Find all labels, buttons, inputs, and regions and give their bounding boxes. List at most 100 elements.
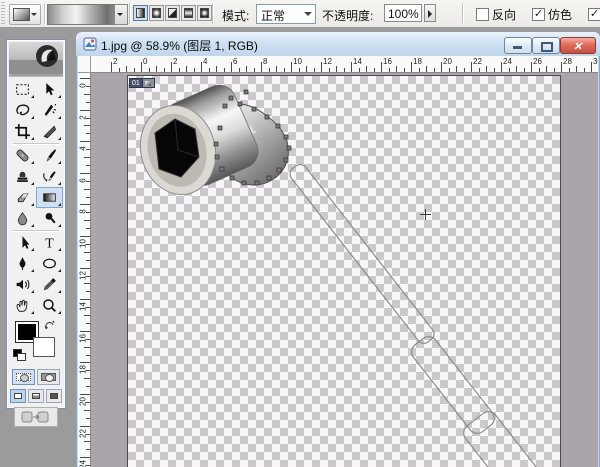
fullscreen-button[interactable] [46, 389, 62, 403]
photoshop-app: 模式: 正常 不透明度: 100% 反向 ✓仿色 ✓透明 T [0, 0, 600, 467]
tool-zoom[interactable] [36, 295, 63, 316]
photoshop-logo[interactable] [9, 42, 63, 77]
opacity-input[interactable]: 100% [384, 4, 422, 22]
vertical-ruler[interactable]: 02468101214161820222426 [78, 73, 91, 467]
screen-mode-row [7, 389, 65, 403]
reverse-checkbox[interactable]: 反向 [476, 6, 516, 23]
mode-select[interactable]: 正常 [256, 4, 316, 24]
ruler-corner[interactable] [78, 56, 91, 73]
tool-pen[interactable] [9, 253, 36, 274]
options-bar: 模式: 正常 不透明度: 100% 反向 ✓仿色 ✓透明 [0, 0, 600, 28]
tool-hand[interactable] [9, 295, 36, 316]
tool-magic-wand[interactable] [36, 100, 63, 121]
options-bar-grip[interactable] [1, 2, 5, 25]
tool-type[interactable]: T [36, 232, 63, 253]
standard-mode-button[interactable] [12, 369, 35, 385]
standard-screen-button[interactable] [10, 389, 26, 403]
svg-text:T: T [45, 235, 54, 250]
gradient-picker-arrow-button[interactable] [114, 4, 128, 25]
document-icon [83, 37, 97, 54]
chevron-right-icon [428, 10, 436, 18]
chevron-down-icon [31, 13, 37, 19]
path-selection-icon [14, 234, 31, 251]
gradient-thumbnail-icon [13, 8, 30, 21]
linear-gradient-button[interactable] [133, 5, 148, 21]
quick-mask-button[interactable] [37, 369, 60, 385]
eraser-icon [14, 189, 31, 206]
slice-icon [41, 123, 58, 140]
audio-annotation-icon [14, 276, 31, 293]
chevron-down-icon [304, 12, 312, 20]
tool-audio-annotation[interactable] [9, 274, 36, 295]
mode-label: 模式: [222, 7, 249, 24]
gradient-preview-swatch[interactable] [47, 4, 116, 25]
fullscreen-menubar-button[interactable] [28, 389, 44, 403]
rectangular-marquee-icon [14, 81, 31, 98]
background-color-swatch[interactable] [33, 337, 55, 357]
tool-path-selection[interactable] [9, 232, 36, 253]
edit-in-imageready-button[interactable] [14, 407, 58, 427]
handle-outline-path [287, 162, 546, 467]
gradient-icon [41, 189, 58, 206]
socket-wrench-artwork [128, 76, 560, 467]
tool-lasso[interactable] [9, 100, 36, 121]
tool-brush[interactable] [36, 145, 63, 166]
horizontal-ruler[interactable]: 202468101214161820222426283032 [91, 56, 598, 73]
document-client-area: 202468101214161820222426283032 024681012… [78, 56, 598, 467]
toolbox: T [6, 39, 66, 409]
opacity-slider-arrow-button[interactable] [424, 4, 436, 22]
tool-dodge[interactable] [36, 208, 63, 229]
tool-blur[interactable] [9, 208, 36, 229]
tool-history-brush[interactable] [36, 166, 63, 187]
diamond-gradient-button[interactable] [197, 5, 212, 21]
mode-value: 正常 [261, 7, 285, 24]
lasso-icon [14, 102, 31, 119]
slice-number: 01 [129, 78, 143, 88]
history-brush-icon [41, 168, 58, 185]
pen-icon [14, 255, 31, 272]
maximize-button[interactable] [532, 37, 560, 54]
close-button[interactable]: ✕ [560, 37, 596, 54]
transparency-checkbox[interactable]: ✓透明 [588, 6, 600, 23]
dither-checkbox[interactable]: ✓仿色 [532, 6, 572, 23]
crop-icon [14, 123, 31, 140]
tool-grid: T [9, 79, 63, 316]
color-swatches [7, 319, 65, 365]
hand-icon [14, 297, 31, 314]
gradient-type-buttons [133, 5, 212, 22]
default-colors-icon[interactable] [13, 349, 25, 361]
options-checkbox-row: 反向 ✓仿色 ✓透明 [476, 6, 600, 23]
canvas[interactable]: 01 [128, 76, 560, 467]
tool-gradient[interactable] [36, 187, 63, 208]
tool-ellipse-shape[interactable] [36, 253, 63, 274]
window-title: 1.jpg @ 58.9% (图层 1, RGB) [101, 37, 258, 54]
type-icon: T [41, 234, 58, 251]
tool-eyedropper[interactable] [36, 274, 63, 295]
titlebar[interactable]: 1.jpg @ 58.9% (图层 1, RGB) ✕ [76, 32, 600, 56]
blur-icon [14, 210, 31, 227]
radial-gradient-button[interactable] [149, 5, 164, 21]
separator [462, 3, 463, 24]
tool-rectangular-marquee[interactable] [9, 79, 36, 100]
checkbox-label: 仿色 [548, 6, 572, 23]
reflected-gradient-button[interactable] [181, 5, 196, 21]
tool-slice[interactable] [36, 121, 63, 142]
tool-eraser[interactable] [9, 187, 36, 208]
separator [44, 3, 45, 24]
tool-preset-button[interactable] [9, 4, 41, 25]
tool-move[interactable] [36, 79, 63, 100]
chevron-down-icon [117, 13, 123, 19]
slice-content-icon [143, 78, 155, 88]
swap-colors-icon[interactable] [43, 319, 57, 334]
mask-mode-row [7, 369, 65, 385]
angle-gradient-button[interactable] [165, 5, 180, 21]
tool-clone-stamp[interactable] [9, 166, 36, 187]
minimize-icon [513, 46, 522, 49]
minimize-button[interactable] [504, 37, 532, 54]
opacity-label: 不透明度: [322, 7, 373, 24]
tool-crop[interactable] [9, 121, 36, 142]
separator [212, 3, 213, 24]
tool-healing-brush[interactable] [9, 145, 36, 166]
close-icon: ✕ [573, 40, 582, 53]
eyedropper-icon [41, 276, 58, 293]
